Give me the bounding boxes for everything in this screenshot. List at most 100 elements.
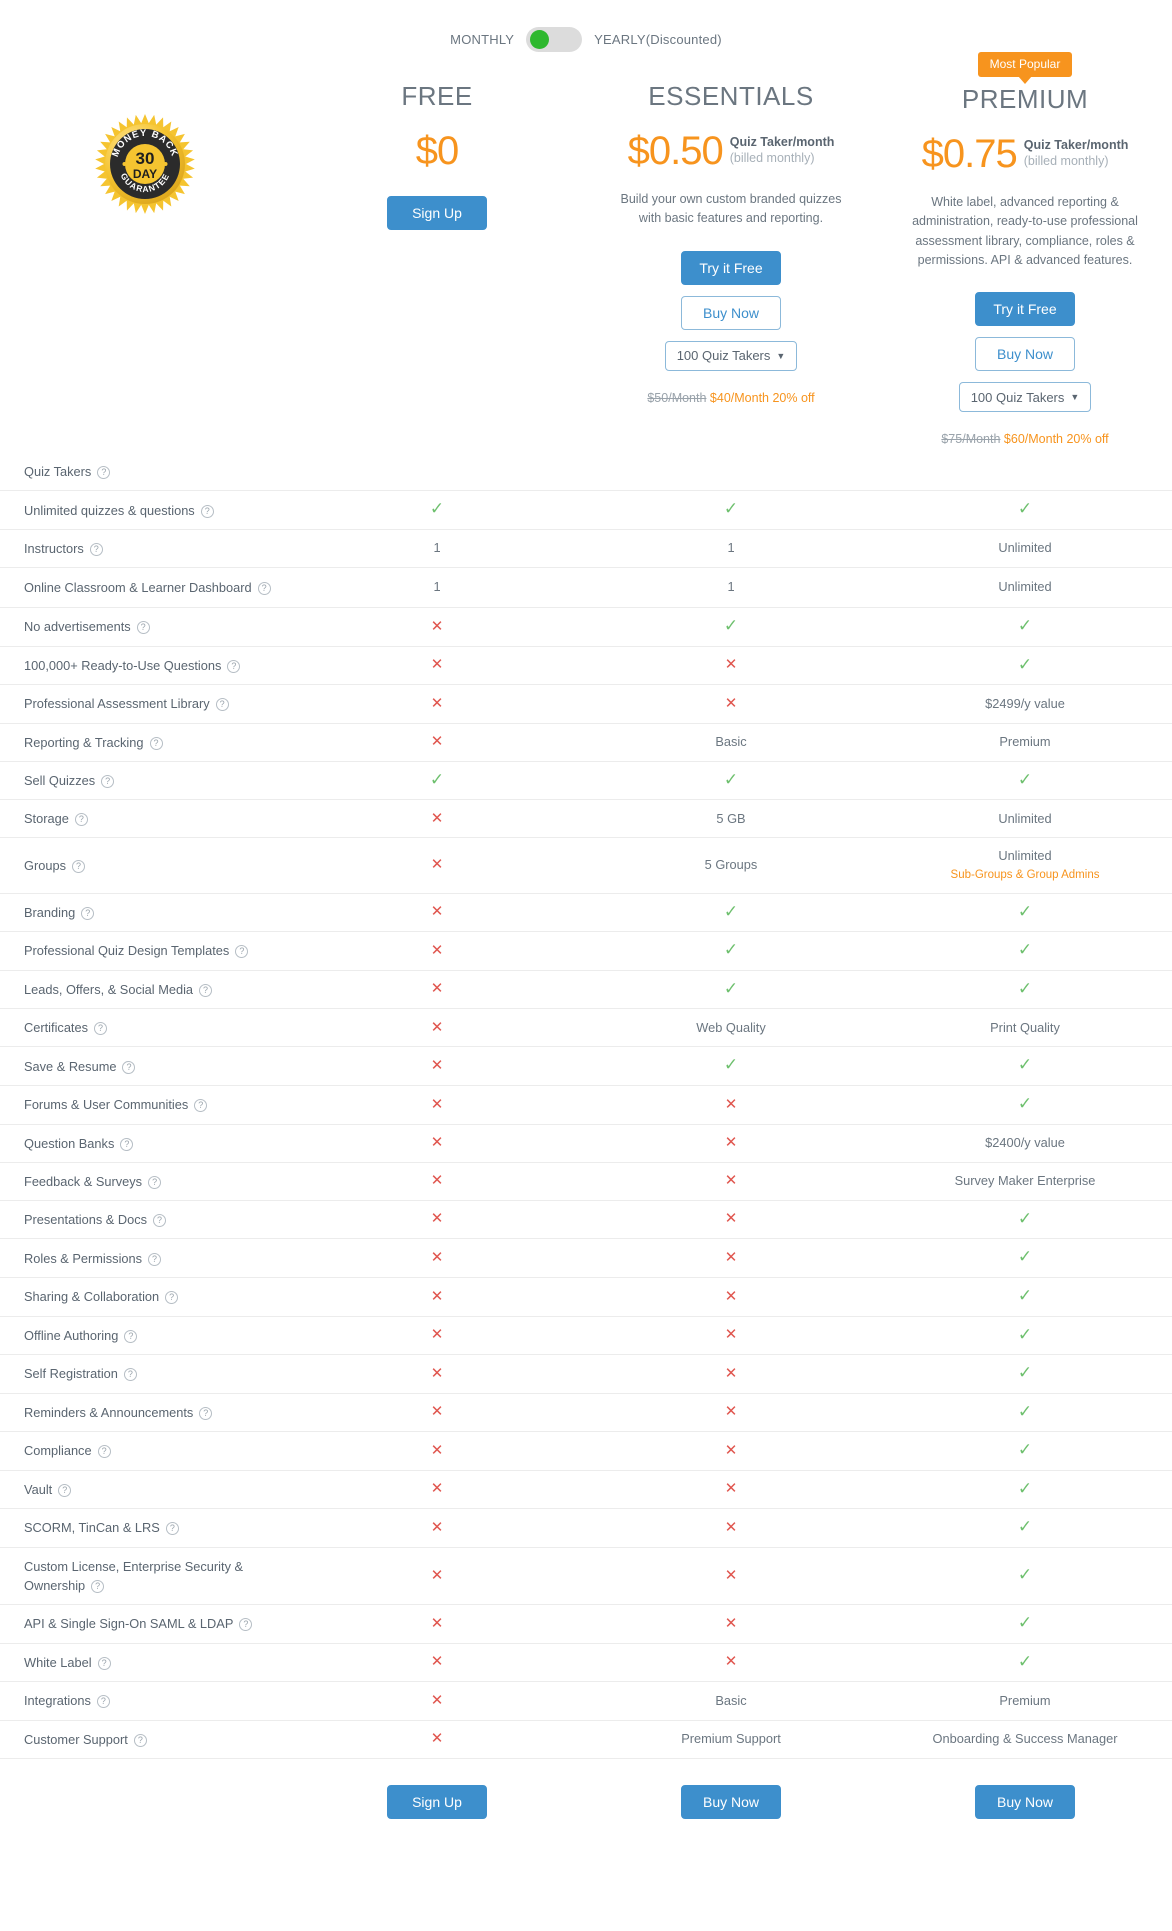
feature-label: Leads, Offers, & Social Media? — [0, 971, 290, 1008]
help-icon[interactable]: ? — [136, 621, 150, 635]
signup-button-free[interactable]: Sign Up — [387, 195, 487, 230]
help-icon[interactable]: ? — [227, 659, 241, 673]
footer-buy-now-button-premium[interactable]: Buy Now — [975, 1784, 1075, 1819]
cell-free: 1 — [290, 569, 584, 606]
help-icon[interactable]: ? — [148, 1252, 162, 1266]
feature-label: Sharing & Collaboration? — [0, 1278, 290, 1315]
table-row: API & Single Sign-On SAML & LDAP? ✕ ✕ ✓ — [0, 1604, 1172, 1643]
help-icon[interactable]: ? — [74, 813, 88, 827]
cross-icon: ✕ — [430, 1729, 444, 1747]
check-icon: ✓ — [1017, 1055, 1033, 1075]
feature-label-text: Certificates — [24, 1020, 89, 1036]
help-icon[interactable]: ? — [215, 698, 229, 712]
cell-essentials: ✕ — [584, 686, 878, 723]
cross-icon: ✕ — [430, 980, 444, 998]
help-icon[interactable]: ? — [124, 1329, 138, 1343]
cell-value: Unlimited — [998, 848, 1052, 864]
check-icon: ✓ — [1017, 978, 1033, 998]
check-icon: ✓ — [429, 499, 445, 519]
help-icon[interactable]: ? — [96, 1695, 110, 1709]
table-row: Feedback & Surveys? ✕ ✕ Survey Maker Enterp… — [0, 1161, 1172, 1200]
table-row: Certificates? ✕ Web Quality Print Quality — [0, 1008, 1172, 1046]
plan-name-free: FREE — [401, 81, 473, 111]
quiz-takers-select-essentials[interactable]: 100 Quiz Takers ▼ — [664, 340, 798, 371]
help-icon[interactable]: ? — [81, 906, 95, 920]
feature-label-text: Question Banks — [24, 1135, 115, 1151]
cell-premium: ✓ — [878, 1201, 1172, 1239]
feature-label: Reminders & Announcements? — [0, 1394, 290, 1431]
most-popular-badge: Most Popular — [977, 52, 1073, 84]
buy-now-button-premium[interactable]: Buy Now — [975, 337, 1075, 372]
feature-label: Offline Authoring? — [0, 1317, 290, 1354]
quiz-takers-row-label-text: Quiz Takers — [24, 464, 92, 480]
feature-label: Custom License, Enterprise Security & Ow… — [0, 1548, 290, 1604]
help-icon[interactable]: ? — [97, 466, 111, 480]
cross-icon: ✕ — [724, 1566, 738, 1584]
check-icon: ✓ — [1017, 1401, 1033, 1421]
try-free-button-essentials[interactable]: Try it Free — [681, 250, 781, 285]
cell-free: ✕ — [290, 1471, 584, 1508]
billing-cycle-toggle[interactable] — [526, 26, 583, 52]
feature-label: Unlimited quizzes & questions? — [0, 492, 290, 529]
cell-free: ✕ — [290, 1394, 584, 1431]
cross-icon: ✕ — [724, 1326, 738, 1344]
cell-essentials: ✕ — [584, 1279, 878, 1316]
help-icon[interactable]: ? — [194, 1099, 208, 1113]
help-icon[interactable]: ? — [91, 1580, 105, 1594]
help-icon[interactable]: ? — [123, 1368, 137, 1382]
quiz-takers-select-premium[interactable]: 100 Quiz Takers ▼ — [958, 382, 1092, 413]
footer-buy-now-button-essentials[interactable]: Buy Now — [681, 1784, 781, 1819]
cell-free: ✕ — [290, 686, 584, 723]
feature-label: Certificates? — [0, 1009, 290, 1046]
help-icon[interactable]: ? — [122, 1060, 136, 1074]
help-icon[interactable]: ? — [71, 859, 85, 873]
help-icon[interactable]: ? — [97, 1656, 111, 1670]
help-icon[interactable]: ? — [149, 736, 163, 750]
cross-icon: ✕ — [430, 732, 444, 750]
cell-essentials: ✕ — [584, 1394, 878, 1431]
footer-signup-button-free[interactable]: Sign Up — [387, 1784, 487, 1819]
cross-icon: ✕ — [430, 617, 444, 635]
cross-icon: ✕ — [724, 1133, 738, 1151]
help-icon[interactable]: ? — [165, 1522, 179, 1536]
help-icon[interactable]: ? — [153, 1214, 167, 1228]
cell-premium: Unlimited — [878, 530, 1172, 567]
help-icon[interactable]: ? — [101, 774, 115, 788]
cross-icon: ✕ — [430, 1133, 444, 1151]
cell-premium: ✓ — [878, 1394, 1172, 1432]
cell-premium: ✓ — [878, 1086, 1172, 1124]
plan-column-essentials: ESSENTIALS $0.50 Quiz Taker/month (bille… — [584, 52, 878, 405]
help-icon[interactable]: ? — [89, 543, 103, 557]
help-icon[interactable]: ? — [120, 1137, 134, 1151]
cell-premium: ✓ — [878, 1471, 1172, 1509]
feature-label-text: Leads, Offers, & Social Media — [24, 981, 194, 997]
cell-premium: ✓ — [878, 971, 1172, 1009]
help-icon[interactable]: ? — [199, 1406, 213, 1420]
cell-essentials: ✓ — [584, 491, 878, 529]
check-icon: ✓ — [723, 1055, 739, 1075]
help-icon[interactable]: ? — [165, 1291, 179, 1305]
help-icon[interactable]: ? — [148, 1175, 162, 1189]
check-icon: ✓ — [1017, 769, 1033, 789]
cell-value: Premium — [999, 1692, 1051, 1708]
help-icon[interactable]: ? — [97, 1445, 111, 1459]
help-icon[interactable]: ? — [199, 983, 213, 997]
feature-label-text: No advertisements — [24, 619, 131, 635]
cell-premium: Unlimited — [878, 801, 1172, 838]
help-icon[interactable]: ? — [235, 945, 249, 959]
help-icon[interactable]: ? — [58, 1483, 72, 1497]
feature-label-text: Compliance — [24, 1443, 92, 1459]
help-icon[interactable]: ? — [94, 1022, 108, 1036]
help-icon[interactable]: ? — [257, 582, 271, 596]
check-icon: ✓ — [723, 978, 739, 998]
help-icon[interactable]: ? — [200, 504, 214, 518]
cell-essentials: ✕ — [584, 1163, 878, 1200]
try-free-button-premium[interactable]: Try it Free — [975, 292, 1075, 327]
cell-premium: ✓ — [878, 647, 1172, 685]
cell-free: ✕ — [290, 1644, 584, 1681]
buy-now-button-essentials[interactable]: Buy Now — [681, 295, 781, 330]
help-icon[interactable]: ? — [133, 1733, 147, 1747]
help-icon[interactable]: ? — [239, 1618, 253, 1632]
cell-free: ✕ — [290, 933, 584, 970]
feature-label-text: Unlimited quizzes & questions — [24, 502, 195, 518]
